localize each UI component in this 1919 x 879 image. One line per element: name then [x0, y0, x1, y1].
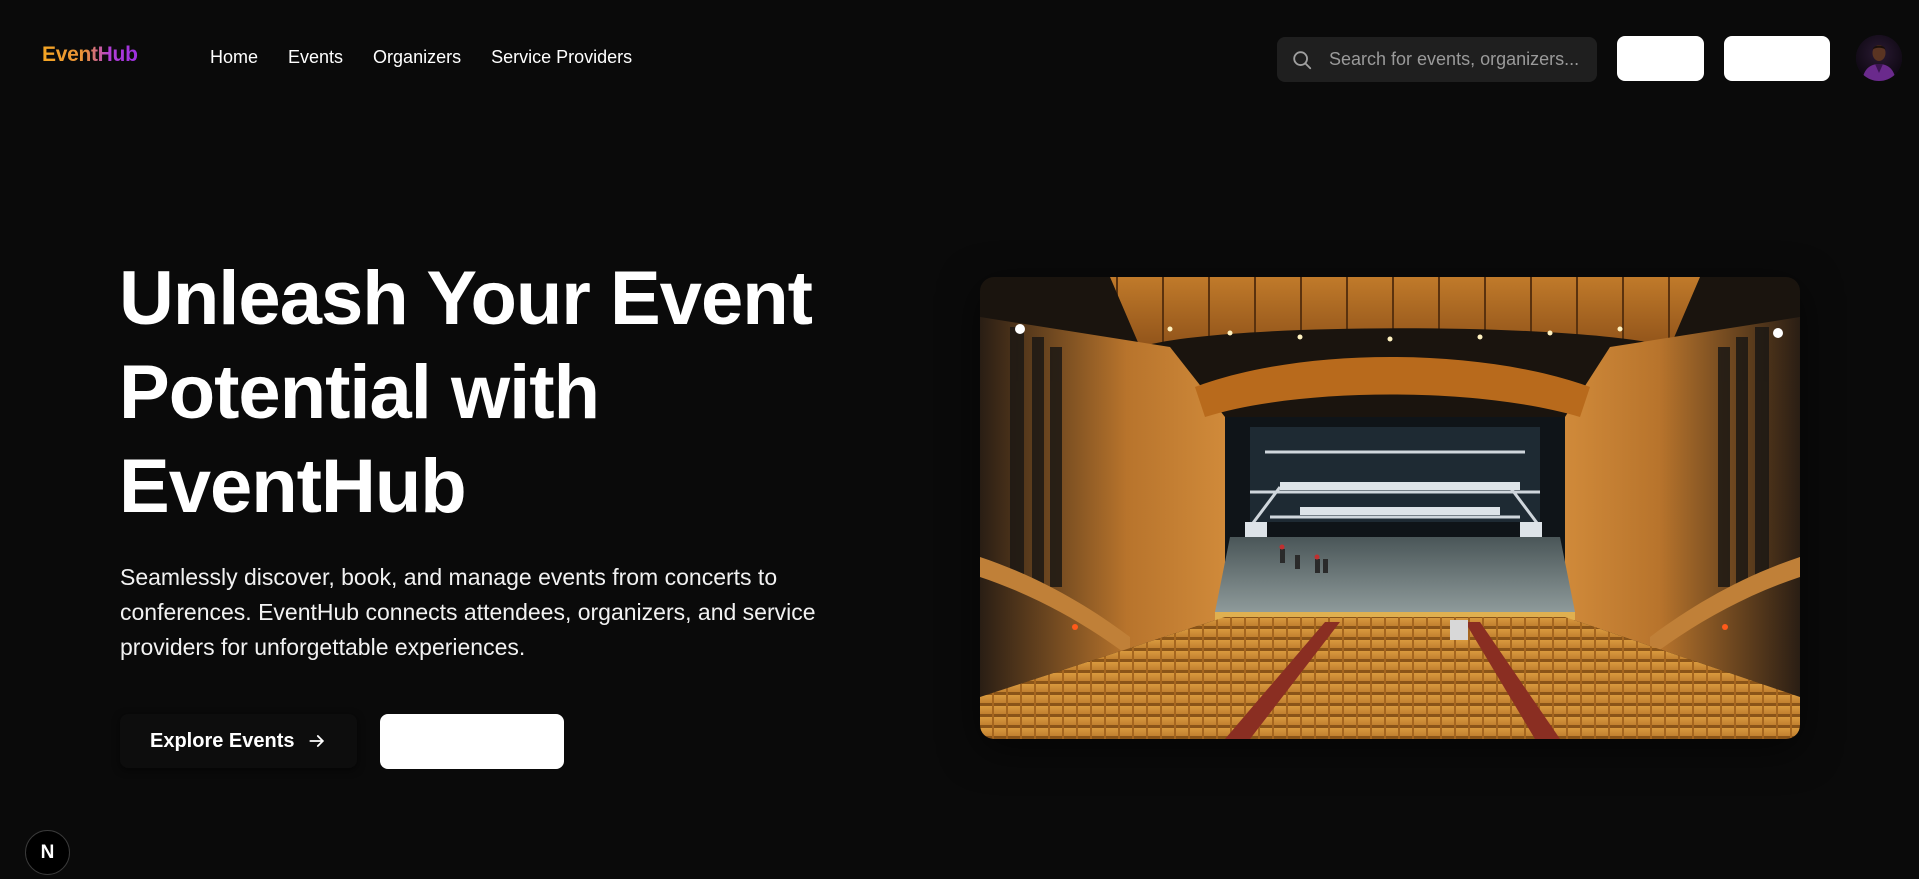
hero-title: Unleash Your Event Potential with EventH… — [119, 256, 813, 529]
auditorium-stage-photo-icon — [980, 277, 1800, 739]
site-header: EventHub Home Events Organizers Service … — [0, 0, 1919, 117]
explore-events-button[interactable]: Explore Events — [120, 714, 357, 768]
nav-events[interactable]: Events — [288, 47, 343, 68]
avatar[interactable] — [1856, 35, 1902, 81]
secondary-hero-button[interactable] — [380, 714, 564, 769]
header-button-2[interactable] — [1724, 36, 1830, 81]
search-bar[interactable] — [1277, 37, 1597, 82]
nav-home[interactable]: Home — [210, 47, 258, 68]
header-button-1[interactable] — [1617, 36, 1704, 81]
hero-description: Seamlessly discover, book, and manage ev… — [120, 564, 816, 660]
search-icon — [1293, 50, 1312, 69]
arrow-right-icon — [308, 735, 324, 747]
dev-tools-badge[interactable]: N — [25, 830, 70, 875]
user-avatar-icon — [1856, 35, 1902, 81]
logo[interactable]: EventHub — [42, 43, 138, 67]
hero-image — [980, 277, 1800, 739]
explore-events-label: Explore Events — [150, 729, 295, 752]
search-input[interactable] — [1327, 48, 1587, 71]
main-nav: Home Events Organizers Service Providers — [210, 47, 632, 68]
dev-badge-label: N — [40, 841, 55, 863]
nav-organizers[interactable]: Organizers — [373, 47, 461, 68]
nav-service-providers[interactable]: Service Providers — [491, 47, 632, 68]
